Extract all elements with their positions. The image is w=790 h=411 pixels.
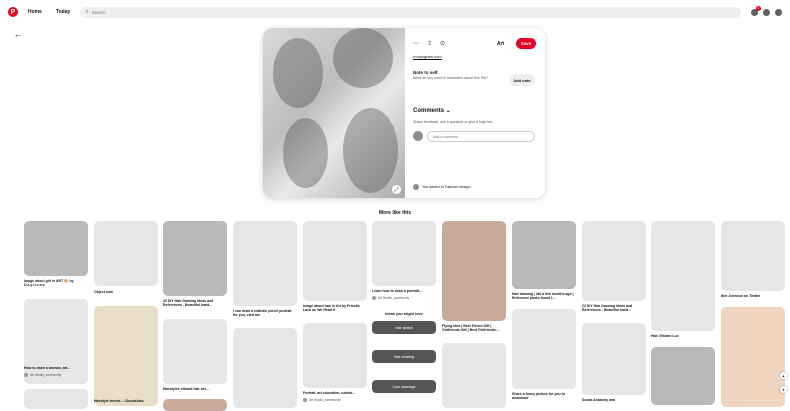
saved-text: You saved to Fashion design xyxy=(422,185,471,189)
pin-tile[interactable] xyxy=(442,221,506,321)
share-icon[interactable]: ⇪ xyxy=(427,40,432,47)
note-title: Note to self xyxy=(413,70,438,75)
comment-input[interactable]: Add a comment xyxy=(427,131,535,142)
pin-caption[interactable]: Hairstyle trends -- Cloudsides xyxy=(94,399,158,403)
pin-author[interactable]: Art Studio_community xyxy=(372,296,436,300)
pin-caption[interactable]: Object note xyxy=(94,290,158,294)
pin-caption[interactable]: Share a funny picture for you to downloa… xyxy=(512,392,576,400)
avatar xyxy=(24,373,28,377)
pin-actions: ⋯ ⇪ ⊙ xyxy=(413,40,445,47)
pin-caption[interactable]: How to draw a woman, art... xyxy=(24,366,88,370)
comments-label: Comments xyxy=(413,108,445,114)
pin-tile[interactable] xyxy=(372,221,436,286)
board-select[interactable]: Art xyxy=(497,41,504,47)
pin-tile[interactable] xyxy=(163,399,227,411)
search-placeholder: Search xyxy=(91,9,106,15)
pin-caption[interactable]: Image about hair in Art by Priscila Lazo… xyxy=(303,304,367,312)
author-name: Art Studio_community xyxy=(309,398,341,402)
top-nav-bar: P Home Today ⚲ Search 1 xyxy=(0,0,790,24)
idea-chip[interactable]: Cute drawings xyxy=(372,380,436,393)
pin-tile[interactable] xyxy=(233,221,297,306)
pin-tile[interactable] xyxy=(24,221,88,276)
link-icon[interactable]: ⊙ xyxy=(440,40,445,47)
search-bar[interactable]: ⚲ Search xyxy=(80,6,741,18)
pin-tile[interactable] xyxy=(582,323,646,395)
pin-details-panel: ⋯ ⇪ ⊙ Art Save hoopsgram.com Note to sel… xyxy=(413,28,541,198)
pin-tile[interactable] xyxy=(163,221,227,296)
avatar xyxy=(303,398,307,402)
nav-today-tab[interactable]: Today xyxy=(52,7,74,17)
pin-tile[interactable] xyxy=(512,221,576,289)
save-button[interactable]: Save xyxy=(516,38,536,49)
pin-author[interactable]: Art Studio_community xyxy=(24,373,88,377)
author-name: Art Studio_community xyxy=(30,373,62,377)
pin-caption[interactable]: Social Anatomy and xyxy=(582,398,646,402)
pin-caption[interactable]: 22 DIY Hair Drawing Ideas and References… xyxy=(163,299,227,307)
pin-tile[interactable] xyxy=(512,309,576,389)
avatar xyxy=(372,296,376,300)
pin-tile[interactable] xyxy=(233,328,297,408)
pin-caption[interactable]: Hair drawing | idk a few months ago | Re… xyxy=(512,292,576,300)
scroll-up-icon[interactable]: ▴ xyxy=(780,372,787,379)
chevron-down-icon: ⌄ xyxy=(445,108,451,114)
pin-caption[interactable]: Learn how to draw a portrait... xyxy=(372,289,436,293)
idea-chip[interactable]: Hair sketch xyxy=(372,321,436,334)
pin-tile[interactable] xyxy=(303,323,367,388)
idea-chip[interactable]: Hair drawing xyxy=(372,350,436,363)
profile-icon[interactable] xyxy=(775,8,782,16)
saved-to-board[interactable]: You saved to Fashion design xyxy=(413,184,471,190)
search-icon: ⚲ xyxy=(85,9,89,14)
back-arrow-icon[interactable]: ← xyxy=(14,30,22,39)
pin-tile[interactable] xyxy=(651,221,715,331)
pin-caption[interactable]: Bee Johnson on Twitter xyxy=(721,294,785,298)
note-subtitle: What do you want to remember about this … xyxy=(413,76,488,80)
pin-tile[interactable] xyxy=(582,221,646,301)
comments-heading[interactable]: Comments ⌄ xyxy=(413,107,451,114)
pinterest-logo[interactable]: P xyxy=(8,7,18,17)
pin-tile[interactable] xyxy=(721,307,785,407)
pin-tile[interactable] xyxy=(442,343,506,408)
more-options-icon[interactable]: ⋯ xyxy=(413,40,419,47)
pin-caption[interactable]: Hairstyles vibrant hair set... xyxy=(163,387,227,391)
pin-tile[interactable] xyxy=(24,299,88,384)
pin-tile[interactable] xyxy=(94,306,158,406)
pin-caption[interactable]: Image about girl in ART 🎨 by D.z.y.i.r.e… xyxy=(24,279,88,287)
scroll-down-icon[interactable]: ▾ xyxy=(780,386,787,393)
pin-closeup-card: ⤢ ⋯ ⇪ ⊙ Art Save hoopsgram.com Note to s… xyxy=(263,28,545,198)
pin-caption[interactable]: Flying Idea | Best Friend Gift | Girlfri… xyxy=(442,324,506,332)
pin-tile[interactable] xyxy=(651,347,715,405)
pin-tile[interactable] xyxy=(163,319,227,384)
messages-icon[interactable] xyxy=(763,8,770,16)
pin-caption[interactable]: Portrait, art education, tutoria... xyxy=(303,391,367,395)
expand-icon[interactable]: ⤢ xyxy=(392,185,401,194)
pin-image[interactable]: ⤢ xyxy=(263,28,405,198)
pin-tile[interactable] xyxy=(303,221,367,301)
pin-caption[interactable]: Hair. Eridani Lux xyxy=(651,334,715,338)
pin-tile[interactable] xyxy=(94,221,158,286)
pin-caption[interactable]: 22 DIY Hair Drawing Ideas and References… xyxy=(582,304,646,312)
pin-author[interactable]: Art Studio_community xyxy=(303,398,367,402)
pin-caption[interactable]: I can draw a realistic pencil portrait f… xyxy=(233,309,297,317)
pin-tile[interactable] xyxy=(721,221,785,291)
add-note-button[interactable]: Add note xyxy=(509,74,535,86)
ideas-heading: Ideas you might love xyxy=(385,312,423,316)
comments-subtitle: Share feedback, ask a question or give a… xyxy=(413,120,493,124)
pin-tile[interactable] xyxy=(24,389,88,409)
notification-badge: 1 xyxy=(756,5,761,11)
source-link[interactable]: hoopsgram.com xyxy=(413,54,442,59)
top-icons: 1 xyxy=(751,5,782,16)
avatar xyxy=(413,184,419,190)
notifications-icon[interactable]: 1 xyxy=(751,5,761,16)
nav-home-tab[interactable]: Home xyxy=(24,7,46,17)
more-like-this-heading: More like this xyxy=(379,210,411,216)
avatar xyxy=(413,131,423,141)
author-name: Art Studio_community xyxy=(378,296,410,300)
